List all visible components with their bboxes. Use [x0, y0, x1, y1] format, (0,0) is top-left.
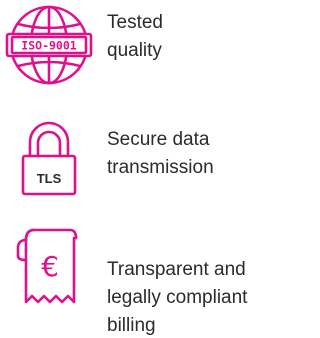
feature-label: Tested quality: [107, 9, 266, 65]
feature-label-line: Secure data: [107, 129, 210, 150]
feature-label-line: transmission: [107, 157, 214, 178]
feature-label-line: billing: [107, 315, 156, 336]
globe-certificate-icon: ISO-9001: [5, 5, 93, 85]
feature-secure-transmission: TLS Secure data transmission: [0, 112, 266, 202]
feature-label-line: Transparent and: [107, 259, 246, 280]
feature-label: Secure data transmission: [107, 126, 266, 182]
euro-receipt-icon: €: [16, 228, 78, 304]
feature-label-line: legally compliant: [107, 287, 248, 308]
iso-badge-text: ISO-9001: [21, 39, 76, 53]
feature-label-line: quality: [107, 40, 162, 61]
euro-symbol: €: [41, 250, 59, 283]
padlock-icon: TLS: [21, 121, 77, 196]
feature-label: Transparent and legally compliant billin…: [107, 256, 266, 338]
feature-transparent-billing: € Transparent and legally compliant bill…: [0, 224, 266, 338]
feature-tested-quality: ISO-9001 Tested quality: [0, 0, 266, 90]
tls-badge-text: TLS: [37, 171, 62, 186]
feature-label-line: Tested: [107, 12, 163, 33]
